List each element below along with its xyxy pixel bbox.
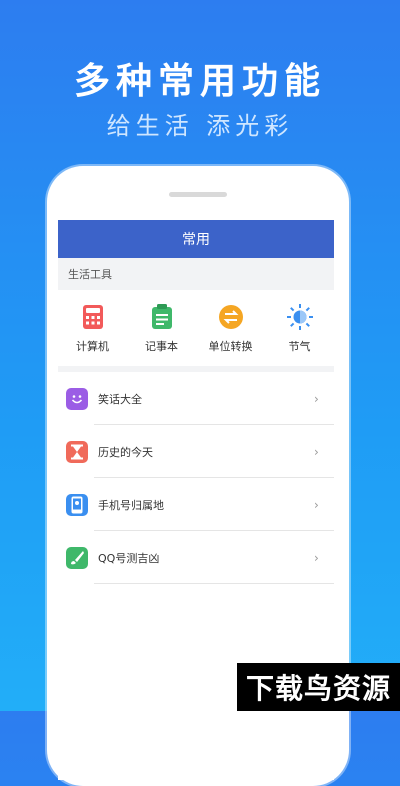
phone-speaker (169, 192, 227, 197)
tools-grid: 计算机 记事本 单位转换 节气 (58, 290, 334, 366)
list-item-history-today[interactable]: 历史的今天 › (58, 425, 334, 478)
tool-label: 单位转换 (208, 340, 253, 353)
calculator-icon (80, 304, 106, 330)
unit-convert-icon (218, 304, 244, 330)
chevron-right-icon: › (314, 550, 319, 565)
phone-location-icon (66, 493, 88, 516)
sun-icon (286, 304, 313, 330)
hero-subtitle: 给生活 添光彩 (106, 112, 294, 140)
tool-label: 记事本 (145, 340, 178, 353)
tool-notepad[interactable]: 记事本 (127, 304, 196, 366)
hero-title: 多种常用功能 (73, 61, 326, 102)
tool-calculator[interactable]: 计算机 (58, 304, 127, 366)
chevron-right-icon: › (314, 444, 319, 459)
tool-unit-convert[interactable]: 单位转换 (196, 304, 265, 366)
section-label: 生活工具 (58, 258, 334, 290)
app-header: 常用 (58, 220, 334, 258)
tool-label: 节气 (288, 340, 311, 353)
tool-label: 计算机 (76, 340, 109, 353)
notepad-icon (149, 304, 175, 330)
list-item-phone-location[interactable]: 手机号归属地 › (58, 478, 334, 531)
list-item-label: 笑话大全 (98, 392, 142, 406)
list-item-jokes[interactable]: 笑话大全 › (58, 372, 334, 425)
chevron-right-icon: › (314, 497, 319, 512)
smile-icon (66, 387, 88, 410)
section-label-text: 生活工具 (68, 268, 112, 281)
list-item-qq-fortune[interactable]: QQ号测吉凶 › (58, 531, 334, 584)
list-item-label: 手机号归属地 (98, 498, 164, 512)
chevron-right-icon: › (314, 391, 319, 406)
tool-solar-terms[interactable]: 节气 (265, 304, 334, 366)
list-item-label: QQ号测吉凶 (98, 551, 160, 565)
brush-icon (66, 546, 88, 569)
hourglass-icon (66, 440, 88, 463)
watermark: 下载鸟资源 (237, 663, 400, 711)
list-item-label: 历史的今天 (98, 445, 153, 459)
header-title: 常用 (182, 232, 210, 248)
